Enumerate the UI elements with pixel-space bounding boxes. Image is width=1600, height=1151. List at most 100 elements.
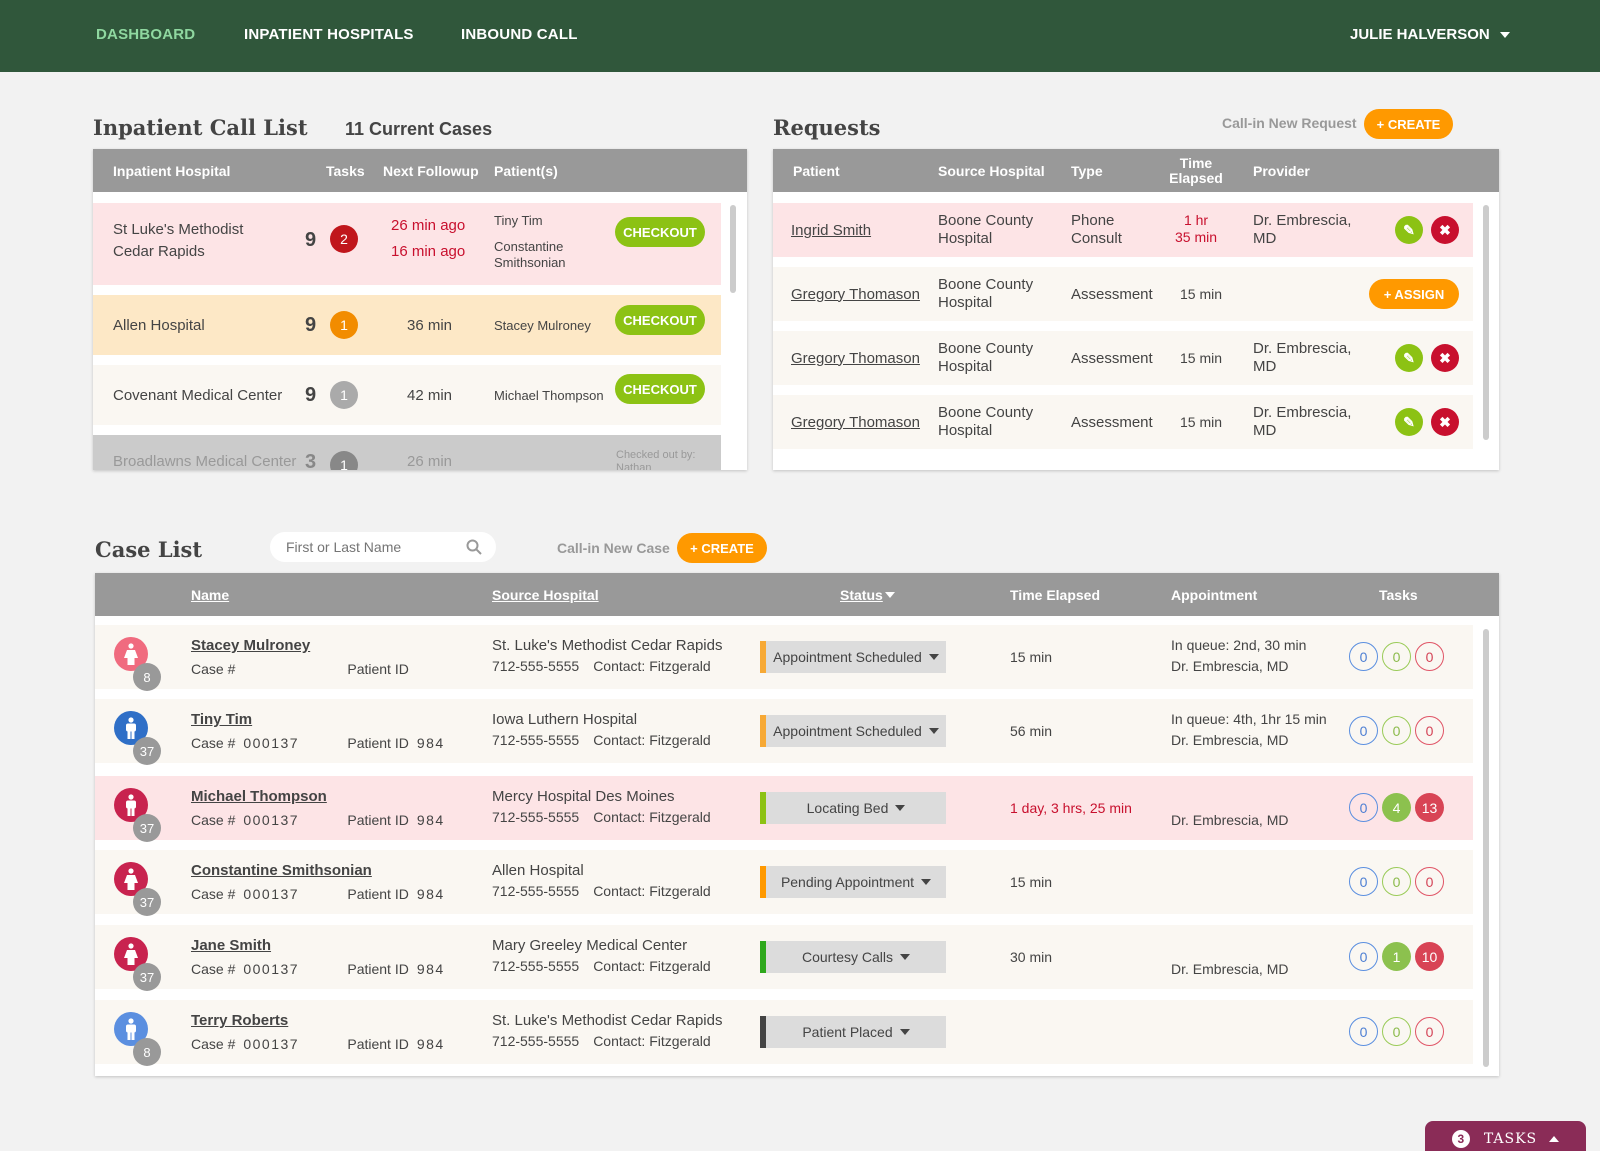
inpatient-row-checked-out[interactable]: Broadlawns Medical Center 3 1 26 min Che…: [93, 435, 721, 470]
task-counter-red[interactable]: 13: [1415, 793, 1444, 822]
col-appointment: Appointment: [1171, 586, 1258, 603]
status-dropdown[interactable]: Locating Bed: [760, 792, 946, 824]
sort-source-hospital[interactable]: Source Hospital: [492, 573, 599, 616]
case-patient-link[interactable]: Michael Thompson: [191, 788, 327, 805]
checkout-button[interactable]: CHECKOUT: [615, 217, 705, 247]
task-alert-badge: 1: [330, 311, 358, 339]
create-request-button[interactable]: + CREATE: [1364, 109, 1453, 139]
user-menu[interactable]: JULIE HALVERSON: [1350, 26, 1510, 43]
request-row[interactable]: Gregory Thomason Boone County Hospital A…: [773, 331, 1473, 385]
inpatient-row[interactable]: Covenant Medical Center 9 1 42 min Micha…: [93, 365, 721, 425]
case-row[interactable]: 37 Constantine Smithsonian Case # 000137…: [95, 850, 1473, 916]
edit-pencil-icon[interactable]: ✎: [1395, 408, 1423, 436]
patient-link[interactable]: Gregory Thomason: [791, 350, 920, 367]
task-counter-green[interactable]: 1: [1382, 942, 1411, 971]
request-row[interactable]: Gregory Thomason Boone County Hospital A…: [773, 267, 1473, 321]
status-dropdown[interactable]: Pending Appointment: [760, 866, 946, 898]
scrollbar[interactable]: [1483, 629, 1489, 1067]
case-number: 000137: [243, 961, 300, 977]
scrollbar[interactable]: [730, 205, 736, 293]
task-counter-red[interactable]: 0: [1415, 642, 1444, 671]
case-row[interactable]: 37 Jane Smith Case # 000137 Patient ID 9…: [95, 925, 1473, 991]
appointment-queue: In queue: 4th, 1hr 15 min: [1171, 711, 1327, 727]
checked-out-label: Checked out by:: [616, 449, 696, 461]
task-counter-red[interactable]: 0: [1415, 1017, 1444, 1046]
case-patient-link[interactable]: Tiny Tim: [191, 711, 252, 728]
task-counter-red[interactable]: 0: [1415, 867, 1444, 896]
case-patient-link[interactable]: Stacey Mulroney: [191, 637, 310, 654]
task-counter-blue[interactable]: 0: [1349, 642, 1378, 671]
time-elapsed: 15 min: [1180, 286, 1223, 302]
case-source-hospital: Iowa Luthern Hospital: [492, 711, 638, 728]
inpatient-call-list-title: Inpatient Call List: [93, 115, 308, 140]
user-name: JULIE HALVERSON: [1350, 26, 1490, 43]
patient-id-label: Patient ID: [347, 1036, 409, 1052]
case-time-elapsed: 15 min: [1010, 874, 1053, 890]
case-number: 000137: [243, 812, 300, 828]
edit-pencil-icon[interactable]: ✎: [1395, 344, 1423, 372]
case-search-input[interactable]: [286, 532, 456, 562]
sort-name[interactable]: Name: [191, 573, 229, 616]
status-dropdown[interactable]: Courtesy Calls: [760, 941, 946, 973]
checkout-button[interactable]: CHECKOUT: [615, 374, 705, 404]
case-source-hospital: Mercy Hospital Des Moines: [492, 788, 675, 805]
delete-x-icon[interactable]: ✖: [1431, 344, 1459, 372]
delete-x-icon[interactable]: ✖: [1431, 408, 1459, 436]
assign-button[interactable]: + ASSIGN: [1369, 279, 1459, 309]
case-patient-link[interactable]: Terry Roberts: [191, 1012, 288, 1029]
task-counter-red[interactable]: 10: [1415, 942, 1444, 971]
hospital-name: St Luke's Methodist: [113, 221, 244, 238]
task-counter-green[interactable]: 0: [1382, 642, 1411, 671]
task-counter-green[interactable]: 4: [1382, 793, 1411, 822]
status-dropdown[interactable]: Appointment Scheduled: [760, 715, 946, 747]
case-row[interactable]: 8 Terry Roberts Case # 000137 Patient ID…: [95, 1000, 1473, 1066]
create-case-button[interactable]: + CREATE: [677, 533, 767, 563]
request-row[interactable]: Ingrid Smith Boone County Hospital Phone…: [773, 203, 1473, 257]
delete-x-icon[interactable]: ✖: [1431, 216, 1459, 244]
inpatient-row[interactable]: St Luke's Methodist Cedar Rapids 9 2 26 …: [93, 203, 721, 285]
patient-link[interactable]: Gregory Thomason: [791, 414, 920, 431]
appointment-provider: Dr. Embrescia, MD: [1171, 732, 1289, 748]
case-row[interactable]: 37 Michael Thompson Case # 000137 Patien…: [95, 776, 1473, 842]
task-counter-green[interactable]: 0: [1382, 716, 1411, 745]
time-elapsed: 15 min: [1180, 414, 1223, 430]
case-patient-link[interactable]: Jane Smith: [191, 937, 271, 954]
task-counter-red[interactable]: 0: [1415, 716, 1444, 745]
task-counter-green[interactable]: 0: [1382, 867, 1411, 896]
status-dropdown[interactable]: Patient Placed: [760, 1016, 946, 1048]
status-dropdown[interactable]: Appointment Scheduled: [760, 641, 946, 673]
scrollbar[interactable]: [1483, 205, 1489, 440]
tasks-drawer-toggle[interactable]: 3 TASKS: [1425, 1121, 1586, 1151]
task-counter-blue[interactable]: 0: [1349, 1017, 1378, 1046]
status-label: Locating Bed: [806, 800, 889, 816]
edit-pencil-icon[interactable]: ✎: [1395, 216, 1423, 244]
avatar-count: 37: [133, 888, 161, 916]
task-counter-blue[interactable]: 0: [1349, 942, 1378, 971]
case-patient-link[interactable]: Constantine Smithsonian: [191, 862, 372, 879]
nav-inbound-call[interactable]: INBOUND CALL: [461, 26, 578, 43]
case-row[interactable]: 8 Stacey Mulroney Case # Patient ID St. …: [95, 625, 1473, 691]
patient-link[interactable]: Ingrid Smith: [791, 222, 871, 239]
sort-status[interactable]: Status: [840, 573, 895, 616]
patient-link[interactable]: Gregory Thomason: [791, 286, 920, 303]
task-counter-blue[interactable]: 0: [1349, 867, 1378, 896]
task-counter-blue[interactable]: 0: [1349, 716, 1378, 745]
case-row[interactable]: 37 Tiny Tim Case # 000137 Patient ID 984…: [95, 699, 1473, 765]
avatar-count: 37: [133, 737, 161, 765]
call-in-new-case-label: Call-in New Case: [557, 540, 670, 556]
chevron-down-icon: [928, 728, 939, 734]
task-counter-green[interactable]: 0: [1382, 1017, 1411, 1046]
nav-dashboard[interactable]: DASHBOARD: [96, 26, 195, 43]
case-list-title: Case List: [95, 537, 203, 562]
inpatient-row[interactable]: Allen Hospital 9 1 36 min Stacey Mulrone…: [93, 295, 721, 355]
nav-inpatient-hospitals[interactable]: INPATIENT HOSPITALS: [244, 26, 414, 43]
checkout-button[interactable]: CHECKOUT: [615, 305, 705, 335]
patient-id-label: Patient ID: [347, 661, 409, 677]
search-icon[interactable]: [466, 539, 482, 555]
chevron-down-icon: [899, 1029, 910, 1035]
task-counter-blue[interactable]: 0: [1349, 793, 1378, 822]
appointment-queue: In queue: 2nd, 30 min: [1171, 637, 1307, 653]
request-row[interactable]: Gregory Thomason Boone County Hospital A…: [773, 395, 1473, 449]
task-counters: 0 1 10: [1349, 942, 1448, 971]
chevron-down-icon: [895, 805, 906, 811]
